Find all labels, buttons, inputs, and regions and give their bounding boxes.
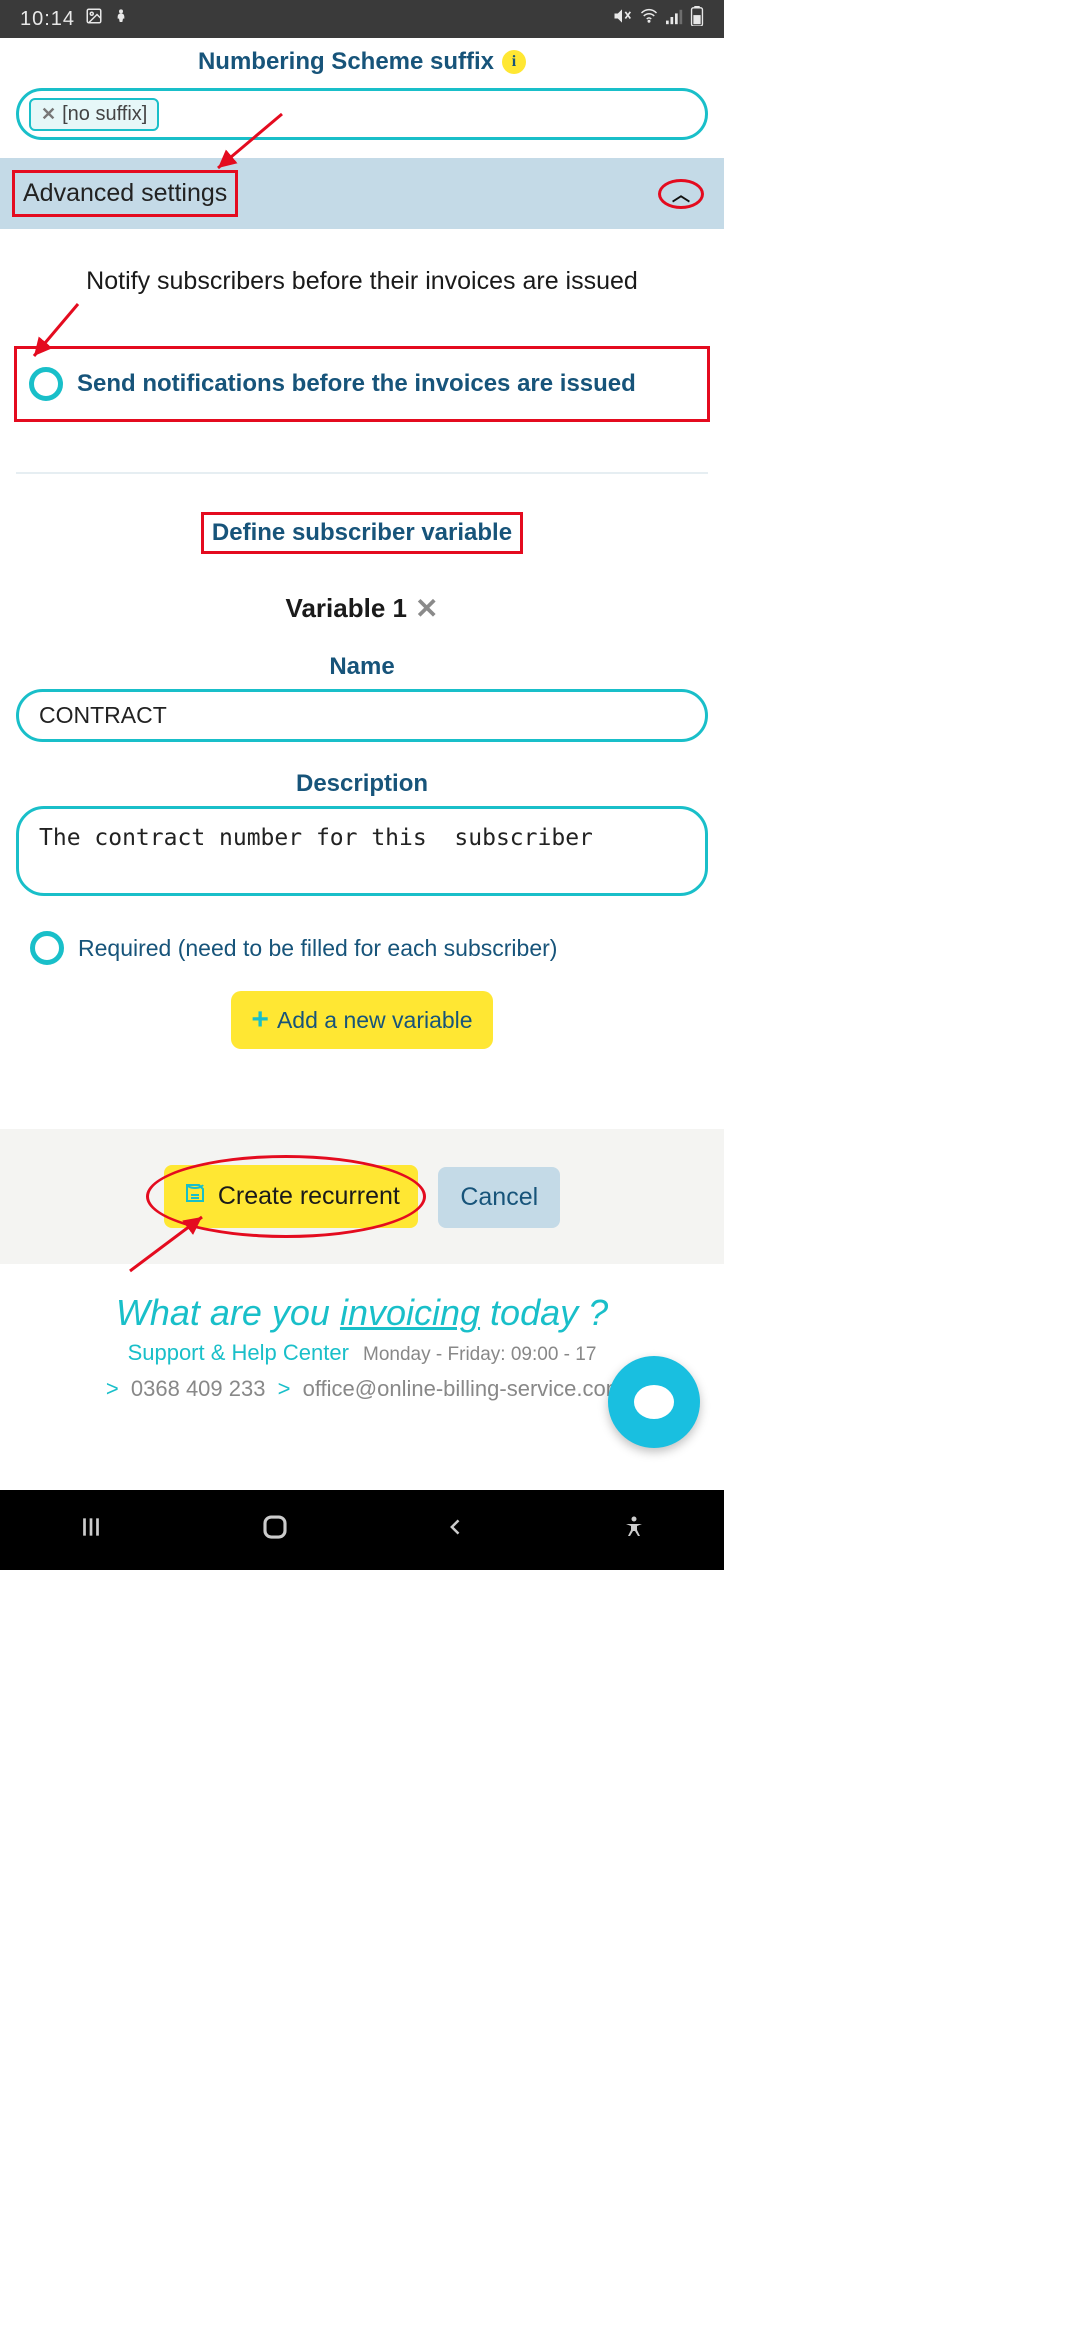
picture-icon: [85, 7, 103, 31]
cancel-button[interactable]: Cancel: [438, 1167, 560, 1228]
support-hours: Monday - Friday: 09:00 - 17: [363, 1344, 596, 1365]
send-notifications-row[interactable]: Send notifications before the invoices a…: [14, 346, 710, 422]
numbering-scheme-label: Numbering Scheme suffix i: [0, 38, 724, 84]
send-notifications-label: Send notifications before the invoices a…: [77, 370, 636, 398]
back-button[interactable]: [446, 1513, 466, 1548]
suffix-input[interactable]: ✕ [no suffix]: [16, 88, 708, 140]
document-icon: [182, 1181, 208, 1212]
plus-icon: +: [251, 1003, 269, 1037]
status-time: 10:14: [20, 8, 75, 31]
remove-variable-icon[interactable]: ✕: [415, 592, 438, 625]
notify-heading: Notify subscribers before their invoices…: [30, 267, 694, 296]
required-label: Required (need to be filled for each sub…: [78, 935, 557, 962]
chat-icon: [634, 1385, 674, 1419]
chevron-up-icon[interactable]: ︿: [672, 181, 690, 207]
required-checkbox[interactable]: [30, 931, 64, 965]
advanced-settings-title: Advanced settings: [12, 170, 238, 217]
home-button[interactable]: [260, 1512, 290, 1549]
wifi-icon: [638, 7, 660, 31]
description-label: Description: [0, 770, 724, 798]
name-label: Name: [0, 653, 724, 681]
footer-tagline: What are you invoicing today ?: [10, 1292, 714, 1334]
android-nav-bar: [0, 1490, 724, 1570]
remove-tag-icon[interactable]: ✕: [41, 104, 56, 125]
mute-icon: [612, 6, 632, 32]
send-notifications-checkbox[interactable]: [29, 367, 63, 401]
recents-button[interactable]: [78, 1514, 104, 1547]
define-variable-heading: Define subscriber variable: [201, 512, 523, 554]
support-link[interactable]: Support & Help Center: [128, 1340, 349, 1365]
variable-1-header: Variable 1 ✕: [0, 592, 724, 625]
collapse-icon-highlight: ︿: [658, 179, 704, 209]
signal-icon: [666, 8, 684, 31]
email-address[interactable]: office@online-billing-service.com: [303, 1376, 625, 1401]
suffix-tag[interactable]: ✕ [no suffix]: [29, 98, 159, 131]
advanced-settings-header[interactable]: Advanced settings ︿: [0, 158, 724, 229]
add-variable-button[interactable]: + Add a new variable: [231, 991, 492, 1049]
accessibility-button[interactable]: [622, 1515, 646, 1546]
info-icon[interactable]: i: [502, 50, 526, 74]
phone-number[interactable]: 0368 409 233: [131, 1376, 266, 1401]
battery-icon: [690, 6, 704, 32]
activity-icon: [113, 7, 129, 31]
required-row[interactable]: Required (need to be filled for each sub…: [30, 931, 694, 965]
variable-name-input[interactable]: [16, 689, 708, 742]
status-bar: 10:14: [0, 0, 724, 38]
variable-description-input[interactable]: [16, 806, 708, 896]
chat-fab[interactable]: [608, 1356, 700, 1448]
create-recurrent-button[interactable]: Create recurrent: [164, 1165, 418, 1228]
divider: [16, 472, 708, 474]
